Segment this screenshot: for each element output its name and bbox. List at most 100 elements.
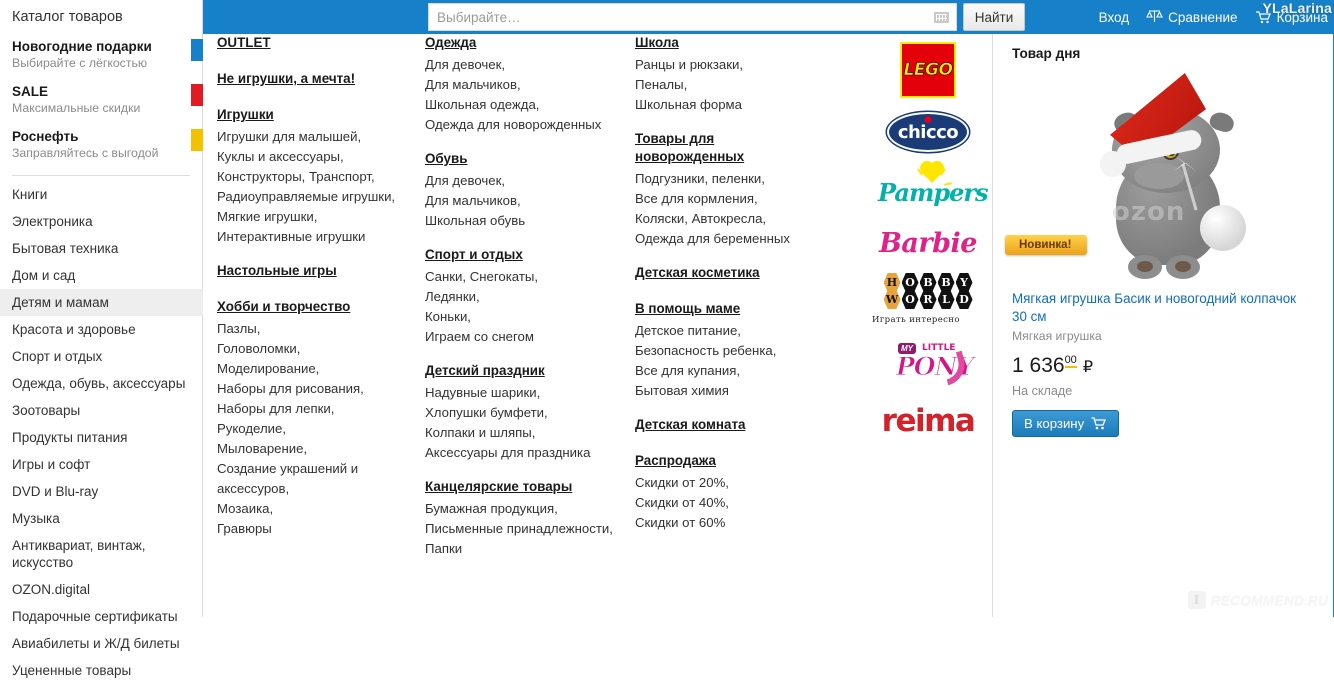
menu-item[interactable]: Санки, Снегокаты, <box>425 267 625 287</box>
sidebar-item-dvd-bluray[interactable]: DVD и Blu-ray <box>0 478 202 505</box>
menu-heading-toys[interactable]: Игрушки <box>217 106 417 124</box>
menu-item[interactable]: Пеналы, <box>635 75 835 95</box>
menu-item[interactable]: Моделирование, <box>217 359 417 379</box>
menu-item[interactable]: Радиоуправляемые игрушки, <box>217 187 417 207</box>
sidebar-item-clothing[interactable]: Одежда, обувь, аксессуары <box>0 370 202 397</box>
sidebar-promo-rosneft[interactable]: Роснефть Заправляйтесь с выгодой <box>0 126 215 171</box>
menu-item[interactable]: Мыловарение, <box>217 439 417 459</box>
menu-item[interactable]: Ледянки, <box>425 287 625 307</box>
menu-item[interactable]: Коляски, Автокресла, <box>635 209 835 229</box>
menu-item[interactable]: Все для купания, <box>635 361 835 381</box>
product-name-link[interactable]: Мягкая игрушка Басик и новогодний колпач… <box>1012 290 1312 325</box>
menu-heading-hobby[interactable]: Хобби и творчество <box>217 298 417 316</box>
menu-heading-outlet[interactable]: OUTLET <box>217 34 271 52</box>
menu-item[interactable]: Подгузники, пеленки, <box>635 169 835 189</box>
menu-item[interactable]: Безопасность ребенка, <box>635 341 835 361</box>
menu-item[interactable]: Мозаика, <box>217 499 417 519</box>
menu-item[interactable]: Школьная одежда, <box>425 95 625 115</box>
brand-barbie[interactable]: Barbie <box>879 228 977 259</box>
menu-item[interactable]: Коньки, <box>425 307 625 327</box>
sidebar-item-beauty-health[interactable]: Красота и здоровье <box>0 316 202 343</box>
menu-item[interactable]: Наборы для рисования, <box>217 379 417 399</box>
menu-item[interactable]: Скидки от 20%, <box>635 473 835 493</box>
sidebar-item-books[interactable]: Книги <box>0 181 202 208</box>
add-to-cart-button[interactable]: В корзину <box>1012 410 1120 437</box>
menu-item[interactable]: Ранцы и рюкзаки, <box>635 55 835 75</box>
menu-item[interactable]: Для мальчиков, <box>425 75 625 95</box>
brand-chicco[interactable]: chicco <box>887 112 969 152</box>
menu-item[interactable]: Все для кормления, <box>635 189 835 209</box>
sidebar-item-kids-moms[interactable]: Детям и мамам <box>0 289 219 316</box>
sidebar-item-tickets[interactable]: Авиабилеты и Ж/Д билеты <box>0 630 202 657</box>
menu-item[interactable]: Скидки от 40%, <box>635 493 835 513</box>
menu-item[interactable]: Рукоделие, <box>217 419 417 439</box>
product-image[interactable]: ozon Новинка! <box>1005 67 1312 282</box>
sidebar-item-music[interactable]: Музыка <box>0 505 202 532</box>
menu-heading-newborn[interactable]: Товары для новорожденных <box>635 130 750 166</box>
menu-item[interactable]: Колпаки и шляпы, <box>425 423 625 443</box>
menu-item[interactable]: Детское питание, <box>635 321 835 341</box>
menu-item[interactable]: Создание украшений и аксессуров, <box>217 459 417 499</box>
menu-item[interactable]: Конструкторы, Транспорт, <box>217 167 417 187</box>
login-link[interactable]: Вход <box>1099 10 1130 25</box>
sidebar-item-appliances[interactable]: Бытовая техника <box>0 235 202 262</box>
menu-item[interactable]: Бытовая химия <box>635 381 835 401</box>
sidebar-item-home-garden[interactable]: Дом и сад <box>0 262 202 289</box>
menu-item[interactable]: Одежда для новорожденных <box>425 115 625 135</box>
menu-item[interactable]: Скидки от 60% <box>635 513 835 533</box>
sidebar-item-antiques[interactable]: Антиквариат, винтаж, искусство <box>0 532 202 576</box>
compare-link[interactable]: Сравнение <box>1146 10 1238 25</box>
sidebar-item-pet-supplies[interactable]: Зоотовары <box>0 397 202 424</box>
brand-hobby-world[interactable]: HOBBY WORLD Играть интересно <box>872 273 984 327</box>
sidebar-item-sport-leisure[interactable]: Спорт и отдых <box>0 343 202 370</box>
menu-item[interactable]: Для мальчиков, <box>425 191 625 211</box>
menu-item[interactable]: Играем со снегом <box>425 327 625 347</box>
sidebar-item-food[interactable]: Продукты питания <box>0 424 202 451</box>
menu-heading-kids-party[interactable]: Детский праздник <box>425 362 625 380</box>
menu-item[interactable]: Папки <box>425 539 625 559</box>
menu-item[interactable]: Мягкие игрушки, <box>217 207 417 227</box>
menu-item[interactable]: Наборы для лепки, <box>217 399 417 419</box>
brand-reima[interactable]: reima <box>882 403 976 439</box>
sidebar-promo-sale[interactable]: SALE Максимальные скидки <box>0 81 215 126</box>
menu-heading-board-games[interactable]: Настольные игры <box>217 262 337 280</box>
menu-heading-shoes[interactable]: Обувь <box>425 150 625 168</box>
menu-heading-clearance[interactable]: Распродажа <box>635 452 835 470</box>
menu-heading-kids-cosmetics[interactable]: Детская косметика <box>635 264 760 282</box>
menu-item[interactable]: Одежда для беременных <box>635 229 835 249</box>
menu-item[interactable]: Куклы и аксессуары, <box>217 147 417 167</box>
search-button[interactable]: Найти <box>963 3 1025 31</box>
menu-item[interactable]: Для девочек, <box>425 171 625 191</box>
brand-lego[interactable]: LEGO <box>900 42 956 98</box>
menu-item[interactable]: Школьная форма <box>635 95 835 115</box>
menu-item[interactable]: Игрушки для малышей, <box>217 127 417 147</box>
menu-item[interactable]: Пазлы, <box>217 319 417 339</box>
menu-heading-stationery[interactable]: Канцелярские товары <box>425 478 625 496</box>
sidebar-item-ozon-digital[interactable]: OZON.digital <box>0 576 202 603</box>
sidebar-item-electronics[interactable]: Электроника <box>0 208 202 235</box>
sidebar-item-discounted[interactable]: Уцененные товары <box>0 657 202 684</box>
sidebar-item-games-software[interactable]: Игры и софт <box>0 451 202 478</box>
menu-item[interactable]: Хлопушки бумфети, <box>425 403 625 423</box>
menu-item[interactable]: Интерактивные игрушки <box>217 227 417 247</box>
menu-heading-kids-room[interactable]: Детская комната <box>635 416 745 434</box>
menu-item[interactable]: Гравюры <box>217 519 417 539</box>
keyboard-icon[interactable] <box>930 4 952 30</box>
menu-item[interactable]: Письменные принадлежности, <box>425 519 625 539</box>
menu-item[interactable]: Надувные шарики, <box>425 383 625 403</box>
menu-heading-sport[interactable]: Спорт и отдых <box>425 246 625 264</box>
menu-item[interactable]: Аксессуары для праздника <box>425 443 625 463</box>
menu-heading-dream-toys[interactable]: Не игрушки, а мечта! <box>217 70 355 88</box>
menu-item[interactable]: Головоломки, <box>217 339 417 359</box>
menu-heading-clothing[interactable]: Одежда <box>425 34 625 52</box>
menu-item[interactable]: Школьная обувь <box>425 211 625 231</box>
search-input[interactable] <box>429 4 930 30</box>
menu-heading-mom-help[interactable]: В помощь маме <box>635 300 835 318</box>
promo-subtitle: Заправляйтесь с выгодой <box>12 146 159 160</box>
brand-pampers[interactable]: Pampers <box>878 163 989 214</box>
brand-my-little-pony[interactable]: MY LITTLE PONY <box>888 341 975 389</box>
menu-item[interactable]: Для девочек, <box>425 55 625 75</box>
menu-item[interactable]: Бумажная продукция, <box>425 499 625 519</box>
menu-heading-school[interactable]: Школа <box>635 34 835 52</box>
sidebar-promo-newyear[interactable]: Новогодние подарки Выбирайте с лёгкостью <box>0 36 215 81</box>
